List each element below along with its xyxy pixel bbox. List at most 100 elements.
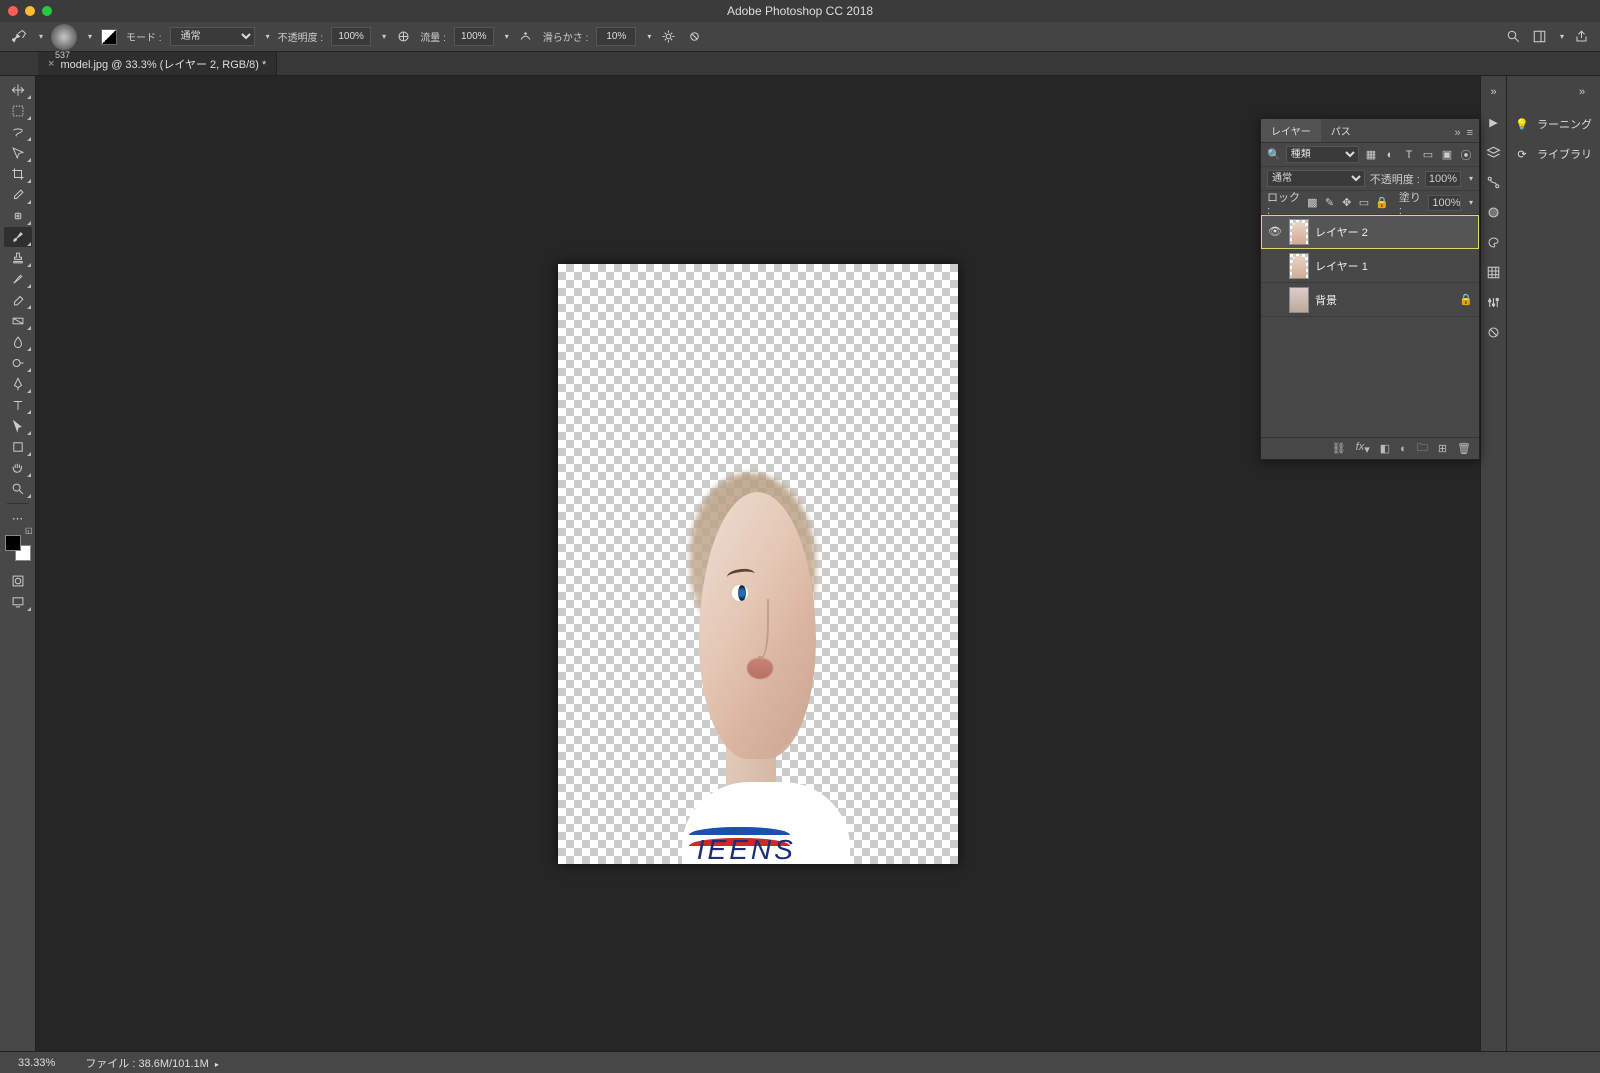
fill-value[interactable]: 100%: [1428, 195, 1461, 211]
shape-tool[interactable]: [4, 437, 32, 457]
layer-name[interactable]: レイヤー 2: [1315, 224, 1473, 240]
close-tab-icon[interactable]: ×: [48, 58, 54, 70]
pen-tool[interactable]: [4, 374, 32, 394]
lasso-tool[interactable]: [4, 122, 32, 142]
filter-pixel-icon[interactable]: ▦: [1364, 148, 1378, 162]
layer-opacity-value[interactable]: 100%: [1425, 171, 1461, 187]
adjustment-layer-icon[interactable]: ◐: [1400, 443, 1407, 455]
minimize-window-icon[interactable]: [25, 6, 35, 16]
layer-blend-select[interactable]: 通常: [1267, 170, 1365, 187]
path-select-tool[interactable]: [4, 416, 32, 436]
tool-preset-caret-icon[interactable]: ▾: [39, 32, 43, 41]
mask-icon[interactable]: ◧: [1380, 442, 1390, 455]
tool-icon[interactable]: [10, 28, 28, 46]
filter-type-icon[interactable]: T: [1402, 148, 1416, 162]
new-layer-icon[interactable]: ⊞: [1438, 442, 1447, 455]
zoom-window-icon[interactable]: [42, 6, 52, 16]
document-canvas[interactable]: IEENS: [558, 264, 958, 864]
workspace-icon[interactable]: [1531, 28, 1549, 46]
default-colors-icon[interactable]: ◱: [25, 526, 33, 535]
lock-all-icon[interactable]: 🔒: [1375, 196, 1389, 210]
swatches-dock-icon[interactable]: [1484, 232, 1504, 252]
zoom-tool[interactable]: [4, 479, 32, 499]
layer-name[interactable]: 背景: [1315, 292, 1453, 308]
edit-toolbar-icon[interactable]: ⋯: [4, 508, 32, 528]
move-tool[interactable]: [4, 80, 32, 100]
smoothing-options-icon[interactable]: [659, 28, 677, 46]
smoothing-value[interactable]: 10%: [596, 27, 636, 46]
healing-tool[interactable]: [4, 206, 32, 226]
dodge-tool[interactable]: [4, 353, 32, 373]
blend-mode-select[interactable]: 通常: [170, 27, 255, 46]
color-swatches[interactable]: ◱: [5, 535, 31, 561]
lock-position-icon[interactable]: ✥: [1341, 196, 1353, 210]
close-window-icon[interactable]: [8, 6, 18, 16]
filter-shape-icon[interactable]: ▭: [1421, 148, 1435, 162]
layer-thumbnail[interactable]: [1289, 219, 1309, 245]
layer-thumbnail[interactable]: [1289, 287, 1309, 313]
type-tool[interactable]: [4, 395, 32, 415]
lock-artboard-icon[interactable]: ▭: [1358, 196, 1370, 210]
layers-dock-icon[interactable]: [1484, 142, 1504, 162]
filter-toggle-icon[interactable]: ⦿: [1459, 148, 1473, 162]
file-info-readout[interactable]: ファイル : 38.6M/101.1M ▸: [77, 1055, 227, 1071]
brush-tool[interactable]: [4, 227, 32, 247]
layer-row[interactable]: 背景 🔒: [1261, 283, 1479, 317]
share-icon[interactable]: [1572, 28, 1590, 46]
marquee-tool[interactable]: [4, 101, 32, 121]
hand-tool[interactable]: [4, 458, 32, 478]
document-tab[interactable]: × model.jpg @ 33.3% (レイヤー 2, RGB/8) *: [38, 51, 277, 75]
grid-dock-icon[interactable]: [1484, 262, 1504, 282]
gradient-tool[interactable]: [4, 311, 32, 331]
foreground-color-swatch[interactable]: [5, 535, 21, 551]
lock-trans-icon[interactable]: ▩: [1306, 196, 1318, 210]
fx-icon[interactable]: fx▾: [1356, 441, 1370, 456]
history-brush-tool[interactable]: [4, 269, 32, 289]
flow-caret-icon[interactable]: ▾: [505, 32, 509, 41]
collapse-dock-icon[interactable]: »: [1484, 82, 1504, 102]
actions-icon[interactable]: ▶: [1484, 112, 1504, 132]
workspace-caret-icon[interactable]: ▾: [1560, 32, 1564, 41]
panel-menu-icon[interactable]: »≡: [1448, 124, 1479, 142]
adjust-dock-icon[interactable]: [1484, 292, 1504, 312]
quick-mask-icon[interactable]: [4, 571, 32, 591]
screen-mode-icon[interactable]: [4, 592, 32, 612]
layer-name[interactable]: レイヤー 1: [1315, 258, 1473, 274]
layer-kind-select[interactable]: 種類: [1286, 146, 1359, 163]
delete-layer-icon[interactable]: 🗑: [1457, 442, 1471, 455]
layer-row[interactable]: レイヤー 1: [1261, 249, 1479, 283]
visibility-icon[interactable]: 👁: [1267, 225, 1283, 238]
smoothing-caret-icon[interactable]: ▾: [647, 32, 651, 41]
brush-preview[interactable]: 537: [51, 24, 77, 50]
pressure-opacity-icon[interactable]: [394, 28, 412, 46]
layer-row[interactable]: 👁 レイヤー 2: [1261, 215, 1479, 249]
stamp-tool[interactable]: [4, 248, 32, 268]
eyedropper-tool[interactable]: [4, 185, 32, 205]
color-dock-icon[interactable]: [1484, 202, 1504, 222]
search-icon[interactable]: [1505, 28, 1523, 46]
tab-layers[interactable]: レイヤー: [1261, 119, 1321, 142]
mode-caret-icon[interactable]: ▾: [266, 32, 270, 41]
pressure-size-icon[interactable]: [685, 28, 703, 46]
lock-pixels-icon[interactable]: ✎: [1323, 196, 1335, 210]
brush-picker-caret-icon[interactable]: ▾: [88, 32, 92, 41]
expand-dock-icon[interactable]: »: [1572, 82, 1592, 102]
filter-adjust-icon[interactable]: ◐: [1383, 148, 1397, 162]
opacity-caret-icon[interactable]: ▾: [382, 32, 386, 41]
group-icon[interactable]: 🗀: [1417, 439, 1428, 458]
opacity-value[interactable]: 100%: [331, 27, 371, 46]
styles-dock-icon[interactable]: [1484, 322, 1504, 342]
filter-smart-icon[interactable]: ▣: [1440, 148, 1454, 162]
brush-panel-icon[interactable]: [100, 28, 118, 46]
eraser-tool[interactable]: [4, 290, 32, 310]
tab-paths[interactable]: パス: [1321, 119, 1361, 142]
paths-dock-icon[interactable]: [1484, 172, 1504, 192]
opacity-caret-icon[interactable]: ▾: [1469, 174, 1473, 183]
learning-panel-button[interactable]: 💡 ラーニング: [1511, 116, 1596, 132]
libraries-panel-button[interactable]: ⟳ ライブラリ: [1511, 146, 1596, 162]
quick-select-tool[interactable]: [4, 143, 32, 163]
crop-tool[interactable]: [4, 164, 32, 184]
zoom-readout[interactable]: 33.33%: [10, 1057, 63, 1069]
layer-thumbnail[interactable]: [1289, 253, 1309, 279]
airbrush-icon[interactable]: [517, 28, 535, 46]
